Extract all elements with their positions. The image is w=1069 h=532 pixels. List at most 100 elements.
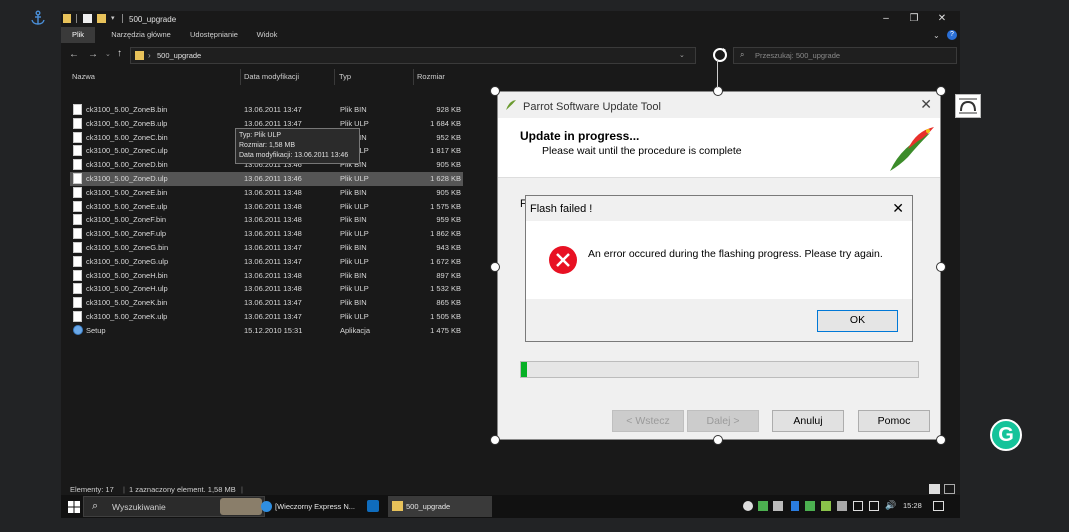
tray-app-icon[interactable]	[758, 501, 768, 511]
address-dropdown-icon[interactable]: ⌄	[679, 51, 685, 59]
table-row[interactable]: ck3100_5.00_ZoneG.bin 13.06.2011 13:47 Pli…	[70, 241, 463, 255]
cancel-button[interactable]: Anuluj	[772, 410, 844, 432]
tab-share[interactable]: Udostępnianie	[183, 27, 245, 43]
tray-app-icon[interactable]	[773, 501, 783, 511]
file-size: 905 KB	[436, 160, 461, 170]
search-placeholder: Przeszukaj: 500_upgrade	[755, 51, 841, 60]
column-header-size[interactable]: Rozmiar	[417, 72, 445, 81]
next-button[interactable]: Dalej >	[687, 410, 759, 432]
file-icon	[73, 297, 82, 309]
layout-options-icon[interactable]	[955, 94, 981, 118]
resize-handle[interactable]	[936, 262, 946, 272]
tooltip-type: Typ: Plik ULP	[239, 132, 282, 139]
table-row[interactable]: ck3100_5.00_ZoneD.ulp 13.06.2011 13:46 Pli…	[70, 172, 463, 186]
file-type: Plik BIN	[340, 105, 367, 114]
resize-handle[interactable]	[936, 86, 946, 96]
address-bar[interactable]: › 500_upgrade ⌄	[130, 47, 696, 64]
file-type: Plik ULP	[340, 312, 369, 321]
tab-home[interactable]: Narzędzia główne	[101, 27, 181, 43]
separator: |	[123, 485, 125, 494]
outlook-icon[interactable]	[367, 500, 379, 512]
status-bar: Elementy: 17 | 1 zaznaczony element. 1,5…	[61, 482, 960, 496]
tab-view[interactable]: Widok	[249, 27, 285, 43]
maximize-button[interactable]: ❐	[902, 11, 926, 26]
close-icon[interactable]: ✕	[920, 96, 932, 113]
minimize-button[interactable]: –	[874, 11, 898, 26]
chevron-down-icon[interactable]: ⌄	[933, 31, 940, 40]
tray-app-icon[interactable]	[853, 501, 863, 511]
help-icon[interactable]: ?	[947, 30, 957, 40]
notifications-icon[interactable]	[933, 501, 944, 511]
details-view-icon[interactable]	[929, 484, 940, 494]
anchor-icon[interactable]	[30, 10, 46, 26]
refresh-icon[interactable]	[711, 46, 729, 64]
file-type: Aplikacja	[340, 325, 371, 335]
recent-locations-icon[interactable]: ⌄	[105, 50, 111, 58]
file-name: Setup	[86, 325, 106, 335]
search-icon: ⌕	[740, 50, 745, 59]
file-name: ck3100_5.00_ZoneB.ulp	[86, 118, 168, 128]
tray-app-icon[interactable]	[837, 501, 847, 511]
back-button[interactable]: < Wstecz	[612, 410, 684, 432]
bluetooth-icon[interactable]	[791, 501, 799, 511]
network-icon[interactable]	[869, 501, 879, 511]
breadcrumb[interactable]: 500_upgrade	[157, 51, 201, 60]
table-row[interactable]: ck3100_5.00_ZoneE.bin 13.06.2011 13:48 Pli…	[70, 186, 463, 200]
nvidia-icon[interactable]	[821, 501, 831, 511]
table-row[interactable]: ck3100_5.00_ZoneF.ulp 13.06.2011 13:48 Pli…	[70, 227, 463, 241]
clock[interactable]: 15:28	[903, 501, 922, 510]
table-row[interactable]: ck3100_5.00_ZoneB.bin 13.06.2011 13:47 Pli…	[70, 103, 463, 117]
file-date: 13.06.2011 13:48	[244, 284, 302, 294]
tab-plik[interactable]: Plik	[61, 27, 95, 43]
file-size: 905 KB	[436, 187, 461, 197]
column-header-date[interactable]: Data modyfikacji	[244, 72, 299, 81]
file-size: 959 KB	[436, 215, 461, 225]
up-arrow-icon[interactable]: ↑	[117, 48, 122, 59]
table-row[interactable]: Setup 15.12.2010 15:31 Aplikacja 1 475 KB	[70, 324, 463, 338]
taskbar-search-box[interactable]: ⌕ Wyszukiwanie	[83, 496, 265, 517]
volume-icon[interactable]: 🔊	[885, 500, 896, 511]
separator	[122, 14, 123, 23]
address-row: ← → ⌄ ↑ › 500_upgrade ⌄ ⌕ Przeszukaj: 50…	[61, 44, 960, 66]
taskbar-item-edge[interactable]: [Wieczorny Express N...	[259, 496, 359, 517]
table-row[interactable]: ck3100_5.00_ZoneE.ulp 13.06.2011 13:48 Pli…	[70, 200, 463, 214]
file-icon	[73, 255, 82, 267]
search-input[interactable]: ⌕ Przeszukaj: 500_upgrade	[733, 47, 957, 64]
large-icons-view-icon[interactable]	[944, 484, 955, 494]
close-button[interactable]: ✕	[930, 11, 954, 26]
table-row[interactable]: ck3100_5.00_ZoneK.ulp 13.06.2011 13:47 Pli…	[70, 310, 463, 324]
column-header-type[interactable]: Typ	[339, 72, 351, 81]
properties-icon[interactable]	[83, 14, 92, 23]
file-name: ck3100_5.00_ZoneK.ulp	[86, 312, 168, 321]
close-icon[interactable]: ✕	[892, 200, 904, 217]
resize-handle[interactable]	[490, 86, 500, 96]
resize-handle[interactable]	[713, 435, 723, 445]
resize-handle[interactable]	[490, 262, 500, 272]
tray-app-icon[interactable]	[805, 501, 815, 511]
taskbar-item-explorer[interactable]: 500_upgrade	[388, 496, 492, 517]
help-button[interactable]: Pomoc	[858, 410, 930, 432]
column-header-name[interactable]: Nazwa	[72, 72, 95, 81]
resize-handle[interactable]	[936, 435, 946, 445]
resize-handle[interactable]	[490, 435, 500, 445]
edge-icon	[261, 501, 272, 512]
file-type: Plik ULP	[340, 174, 369, 183]
table-row[interactable]: ck3100_5.00_ZoneH.ulp 13.06.2011 13:48 Pli…	[70, 282, 463, 296]
progress-bar	[520, 361, 919, 378]
grammarly-icon[interactable]: G	[990, 419, 1022, 451]
tray-app-icon[interactable]	[743, 501, 753, 511]
back-arrow-icon[interactable]: ←	[69, 49, 79, 60]
file-date: 13.06.2011 13:48	[244, 229, 302, 239]
table-row[interactable]: ck3100_5.00_ZoneG.ulp 13.06.2011 13:47 Pli…	[70, 255, 463, 269]
forward-arrow-icon[interactable]: →	[88, 49, 98, 60]
table-row[interactable]: ck3100_5.00_ZoneF.bin 13.06.2011 13:48 Pli…	[70, 213, 463, 227]
table-row[interactable]: ck3100_5.00_ZoneH.bin 13.06.2011 13:48 Pli…	[70, 269, 463, 283]
new-folder-icon[interactable]	[97, 14, 106, 23]
resize-handle[interactable]	[713, 86, 723, 96]
column-separator	[240, 69, 241, 85]
file-name: ck3100_5.00_ZoneB.bin	[86, 105, 168, 114]
ok-button[interactable]: OK	[817, 310, 898, 332]
table-row[interactable]: ck3100_5.00_ZoneK.bin 13.06.2011 13:47 Pli…	[70, 296, 463, 310]
windows-start-icon[interactable]	[68, 501, 80, 513]
quick-access-dropdown-icon[interactable]: ▾	[111, 14, 117, 23]
